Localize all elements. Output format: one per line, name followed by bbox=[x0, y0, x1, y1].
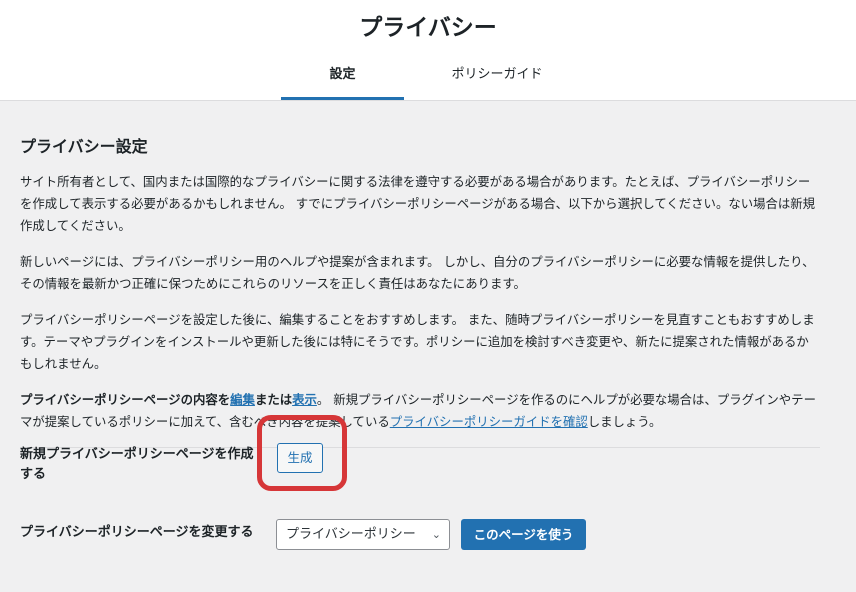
page-header: プライバシー 設定 ポリシーガイド bbox=[0, 0, 856, 101]
section-title: プライバシー設定 bbox=[20, 137, 148, 156]
create-button[interactable]: 生成 bbox=[277, 443, 323, 473]
change-page-label: プライバシーポリシーページを変更する bbox=[20, 525, 254, 540]
p4-mid: または bbox=[254, 392, 293, 407]
page-title: プライバシー bbox=[359, 15, 497, 41]
tab-settings[interactable]: 設定 bbox=[281, 56, 404, 100]
view-link[interactable]: 表示 bbox=[292, 392, 317, 407]
tab-bar: 設定 ポリシーガイド bbox=[0, 56, 856, 100]
p4-end: しましょう。 bbox=[587, 414, 662, 429]
privacy-guide-link[interactable]: プライバシーポリシーガイドを確認 bbox=[390, 414, 588, 429]
intro-paragraph-2: 新しいページには、プライバシーポリシー用のヘルプや提案が含まれます。 しかし、自… bbox=[20, 254, 815, 291]
create-page-label: 新規プライバシーポリシーページを作成する bbox=[20, 447, 254, 482]
p4-pre: プライバシーポリシーページの内容を bbox=[20, 392, 231, 407]
tab-policy-guide[interactable]: ポリシーガイド bbox=[427, 56, 567, 97]
intro-paragraph-4: プライバシーポリシーページの内容を編集または表示。 新規プライバシーポリシーペー… bbox=[20, 389, 820, 433]
intro-paragraph-1: サイト所有者として、国内または国際的なプライバシーに関する法律を遵守する必要があ… bbox=[20, 174, 816, 233]
intro-paragraph-3: プライバシーポリシーページを設定した後に、編集することをおすすめします。 また、… bbox=[20, 312, 815, 371]
edit-link[interactable]: 編集 bbox=[230, 392, 255, 407]
select-value: プライバシーポリシー bbox=[286, 527, 416, 542]
main-content: プライバシー設定 サイト所有者として、国内または国際的なプライバシーに関する法律… bbox=[20, 101, 820, 448]
privacy-page-select[interactable]: プライバシーポリシー ⌄ bbox=[276, 519, 450, 550]
chevron-down-icon: ⌄ bbox=[431, 528, 441, 541]
use-this-page-button[interactable]: このページを使う bbox=[461, 519, 586, 550]
